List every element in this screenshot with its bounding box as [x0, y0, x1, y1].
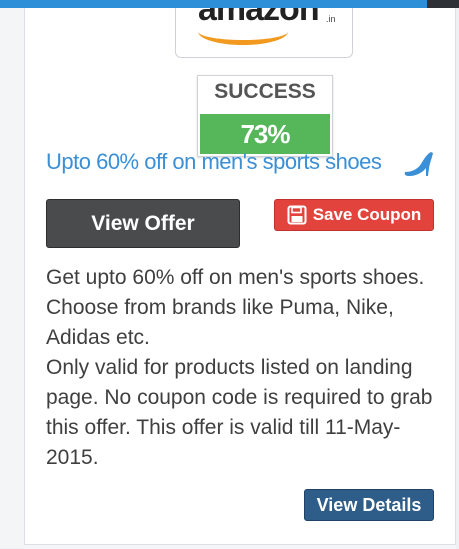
high-heel-icon — [404, 152, 433, 176]
view-offer-button[interactable]: View Offer — [46, 199, 240, 248]
success-rate-value: 73% — [200, 114, 330, 154]
offer-title-link[interactable]: Upto 60% off on men's sports shoes — [46, 149, 446, 175]
left-margin — [0, 8, 25, 548]
card-bottom-edge — [24, 544, 456, 549]
logo-wordmark: amazon — [198, 8, 320, 28]
success-rate-badge: SUCCESS 73% — [197, 75, 333, 157]
logo-suffix: .in — [326, 14, 336, 24]
success-label: SUCCESS — [214, 80, 316, 103]
save-coupon-button[interactable]: Save Coupon — [274, 199, 434, 231]
store-logo[interactable]: amazon .in — [175, 8, 353, 58]
description-line: Only valid for products listed on landin… — [46, 356, 433, 469]
floppy-disk-icon — [287, 205, 307, 225]
offer-description: Get upto 60% off on men's sports shoes. … — [46, 263, 438, 473]
top-bar-corner — [427, 0, 459, 8]
top-accent-bar — [0, 0, 459, 8]
view-details-button[interactable]: View Details — [304, 489, 434, 521]
description-line: Get upto 60% off on men's sports shoes. … — [46, 266, 425, 349]
save-coupon-label: Save Coupon — [312, 205, 422, 224]
